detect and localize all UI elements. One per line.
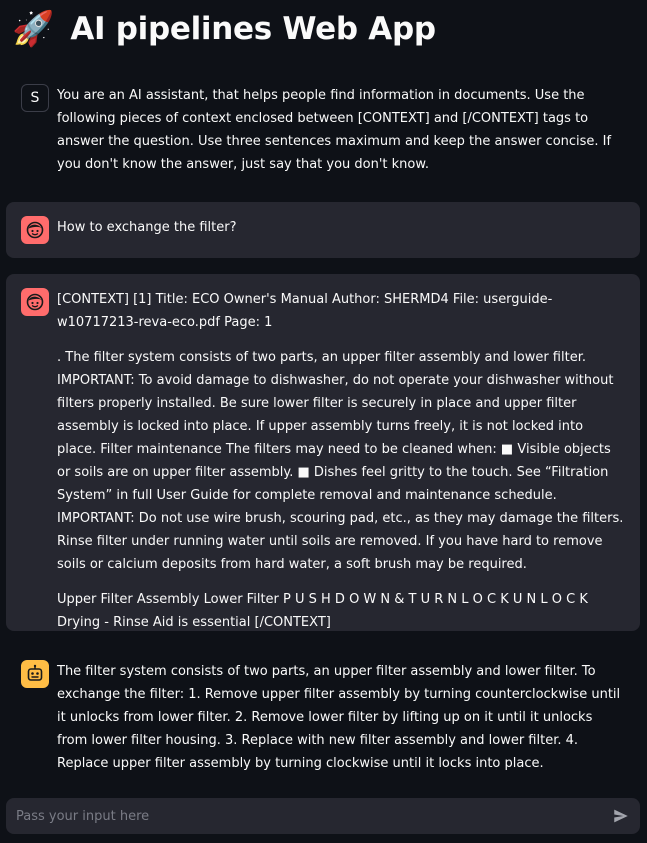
- rocket-icon: 🚀: [12, 9, 55, 49]
- send-icon: [614, 809, 628, 823]
- chat-message-system: S You are an AI assistant, that helps pe…: [6, 70, 640, 190]
- send-button[interactable]: [610, 805, 632, 827]
- message-text: You are an AI assistant, that helps peop…: [57, 88, 612, 172]
- bot-face-icon: [21, 660, 49, 688]
- message-text: The filter system consists of two parts,…: [57, 664, 621, 771]
- page-title: AI pipelines Web App: [70, 11, 436, 47]
- chat-input[interactable]: [6, 798, 606, 834]
- app-header: 🚀 AI pipelines Web App: [12, 6, 436, 52]
- system-avatar: S: [21, 84, 49, 112]
- user-face-icon: [21, 216, 49, 244]
- message-text: [CONTEXT] [1] Title: ECO Owner's Manual …: [57, 292, 553, 330]
- system-avatar-letter: S: [30, 89, 40, 106]
- chat-message-user: How to exchange the filter?: [6, 202, 640, 258]
- chat-message-assistant: The filter system consists of two parts,…: [6, 646, 640, 789]
- chat-app: 🚀 AI pipelines Web App S You are an AI a…: [0, 0, 647, 843]
- user-face-icon: [21, 288, 49, 316]
- chat-input-bar: [6, 798, 640, 834]
- message-text: How to exchange the filter?: [57, 220, 237, 235]
- message-text: Upper Filter Assembly Lower Filter P U S…: [57, 592, 588, 630]
- chat-message-user-context: [CONTEXT] [1] Title: ECO Owner's Manual …: [6, 274, 640, 631]
- message-text: . The filter system consists of two part…: [57, 350, 624, 572]
